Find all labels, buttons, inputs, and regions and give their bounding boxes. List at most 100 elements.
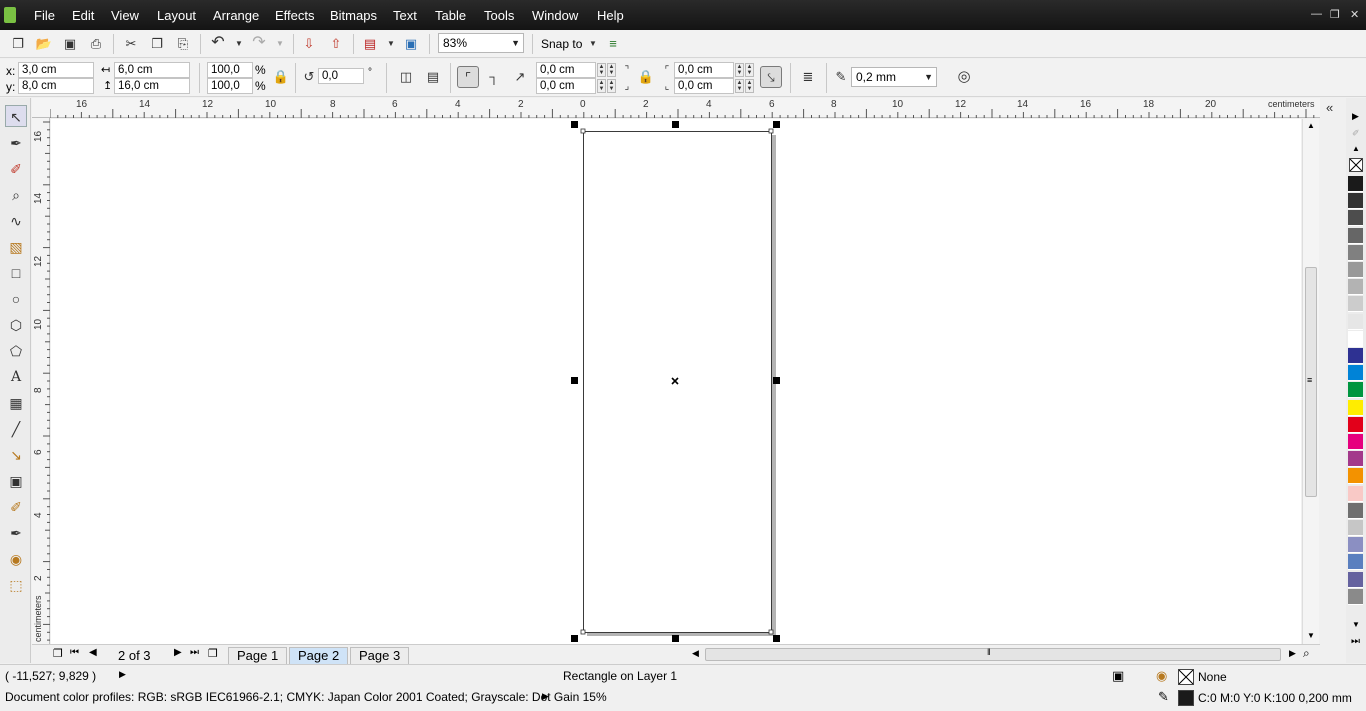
mirror-vertical-icon[interactable]: ▤ <box>424 68 442 86</box>
menu-bitmaps[interactable]: Bitmaps <box>330 8 377 23</box>
freehand-tool-icon[interactable]: ∿ <box>5 210 27 232</box>
handle-left[interactable] <box>571 377 578 384</box>
close-icon[interactable]: ✕ <box>1350 8 1359 21</box>
spinner-icon[interactable]: ▲ ▼ <box>597 63 606 77</box>
round-corner-icon[interactable]: ⌜ <box>457 66 479 88</box>
interactive-blend-icon[interactable]: ▣ <box>5 470 27 492</box>
outline-pen-icon[interactable]: ✎ <box>1158 689 1169 705</box>
corner-node[interactable] <box>580 629 586 635</box>
expand-status-icon[interactable]: ▶ <box>119 669 126 680</box>
undo-dropdown-icon[interactable]: ▼ <box>230 35 248 53</box>
handle-bottom[interactable] <box>672 635 679 642</box>
color-swatch[interactable] <box>1348 554 1363 571</box>
page-tab-1[interactable]: Page 1 <box>228 647 288 664</box>
page-tab-2[interactable]: Page 2 <box>289 647 349 664</box>
print-icon[interactable]: ⎙ <box>87 35 105 53</box>
height-input[interactable]: 16,0 cm <box>114 78 190 94</box>
color-swatch[interactable] <box>1348 520 1363 536</box>
undo-icon[interactable]: ↶ <box>209 34 227 52</box>
spinner-icon[interactable]: ▲ ▼ <box>607 79 616 93</box>
color-swatch[interactable] <box>1348 348 1363 364</box>
x-position-input[interactable]: 3,0 cm <box>18 62 94 78</box>
corner-radius-bottom-left-input[interactable]: 0,0 cm <box>536 78 596 94</box>
corner-node[interactable] <box>768 128 774 134</box>
fill-icon[interactable]: ◉ <box>1156 668 1167 684</box>
last-page-icon[interactable]: ⏭ <box>190 647 199 658</box>
rectangle-tool-icon[interactable]: □ <box>5 262 27 284</box>
color-swatch[interactable] <box>1348 193 1363 210</box>
menu-edit[interactable]: Edit <box>72 8 94 23</box>
first-page-icon[interactable]: ⏮ <box>70 647 79 658</box>
smudge-brush-icon[interactable]: ✐ <box>5 158 27 180</box>
scale-width-input[interactable]: 100,0 <box>207 62 253 78</box>
menu-text[interactable]: Text <box>393 8 417 23</box>
minimize-icon[interactable]: — <box>1311 8 1322 20</box>
color-swatch[interactable] <box>1348 416 1363 433</box>
color-swatch[interactable] <box>1348 313 1363 330</box>
rotation-angle-input[interactable]: 0,0 <box>318 68 364 84</box>
vertical-ruler[interactable]: 16 14 12 10 8 6 4 2 centimeters <box>32 118 50 644</box>
color-swatch[interactable] <box>1348 502 1363 519</box>
export-icon[interactable]: ⇧ <box>327 35 345 53</box>
connector-tool-icon[interactable]: ↘ <box>5 444 27 466</box>
y-position-input[interactable]: 8,0 cm <box>18 78 94 94</box>
shape-tool-icon[interactable]: ✒ <box>5 132 27 154</box>
vertical-scrollbar[interactable]: ▲ ≡ ▼ <box>1302 119 1319 644</box>
menu-help[interactable]: Help <box>597 8 624 23</box>
color-swatch[interactable] <box>1348 176 1363 192</box>
color-swatch[interactable] <box>1348 451 1363 468</box>
zoom-level-combo[interactable]: 83% ▼ <box>438 33 524 53</box>
basic-shapes-icon[interactable]: ⬠ <box>5 340 27 362</box>
scroll-right-icon[interactable]: ▶ <box>1289 648 1296 659</box>
zoom-tool-icon[interactable]: ⌕ <box>5 184 27 206</box>
table-tool-icon[interactable]: ▦ <box>5 392 27 414</box>
snap-icon[interactable]: ▣ <box>1112 668 1124 684</box>
convert-to-curves-icon[interactable]: ◎ <box>955 68 973 86</box>
palette-eyedropper-icon[interactable]: ✐ <box>1352 128 1360 139</box>
menu-layout[interactable]: Layout <box>157 8 196 23</box>
color-swatch[interactable] <box>1348 571 1363 588</box>
interactive-fill-icon[interactable]: ⬚ <box>5 574 27 596</box>
chamfer-corner-icon[interactable]: ↗ <box>511 68 529 86</box>
width-input[interactable]: 6,0 cm <box>114 62 190 78</box>
selected-rectangle[interactable] <box>583 131 772 633</box>
scroll-left-icon[interactable]: ◀ <box>692 648 699 659</box>
spinner-icon[interactable]: ▲ ▼ <box>735 79 744 93</box>
menu-file[interactable]: File <box>34 8 55 23</box>
navigator-zoom-icon[interactable]: ⌕ <box>1303 646 1310 661</box>
palette-down-icon[interactable]: ▼ <box>1352 620 1360 629</box>
previous-page-icon[interactable]: ◀ <box>89 647 97 658</box>
snap-to-dropdown-icon[interactable]: ▼ <box>584 35 602 53</box>
no-color-swatch[interactable] <box>1349 158 1363 172</box>
menu-table[interactable]: Table <box>435 8 466 23</box>
color-swatch[interactable] <box>1348 227 1363 244</box>
scroll-down-icon[interactable]: ▼ <box>1307 631 1315 640</box>
import-icon[interactable]: ⇩ <box>300 35 318 53</box>
color-swatch[interactable] <box>1348 262 1363 278</box>
expand-profiles-icon[interactable]: ▶ <box>542 691 549 702</box>
save-icon[interactable]: ▣ <box>61 35 79 53</box>
collapse-docker-icon[interactable]: « <box>1326 100 1333 115</box>
polygon-tool-icon[interactable]: ⬡ <box>5 314 27 336</box>
menu-tools[interactable]: Tools <box>484 8 514 23</box>
text-tool-icon[interactable]: A <box>5 366 27 388</box>
color-swatch[interactable] <box>1348 399 1363 416</box>
spinner-icon[interactable]: ▲ ▼ <box>607 63 616 77</box>
color-swatch[interactable] <box>1348 244 1363 261</box>
corner-node[interactable] <box>580 128 586 134</box>
menu-arrange[interactable]: Arrange <box>213 8 259 23</box>
lock-corners-icon[interactable]: 🔒 <box>637 68 655 86</box>
color-swatch[interactable] <box>1348 485 1363 502</box>
add-page-after-icon[interactable]: ❐ <box>208 647 218 660</box>
spinner-icon[interactable]: ▲ ▼ <box>597 79 606 93</box>
spinner-icon[interactable]: ▲ ▼ <box>745 63 754 77</box>
cut-icon[interactable]: ✂ <box>122 35 140 53</box>
color-swatch[interactable] <box>1348 537 1363 554</box>
color-swatch[interactable] <box>1348 365 1363 382</box>
redo-icon[interactable]: ↷ <box>250 34 268 52</box>
scallop-corner-icon[interactable]: ┐ <box>485 68 503 86</box>
handle-right[interactable] <box>773 377 780 384</box>
launcher-dropdown-icon[interactable]: ▼ <box>382 35 400 53</box>
handle-bottom-left[interactable] <box>571 635 578 642</box>
color-swatch[interactable] <box>1348 210 1363 227</box>
